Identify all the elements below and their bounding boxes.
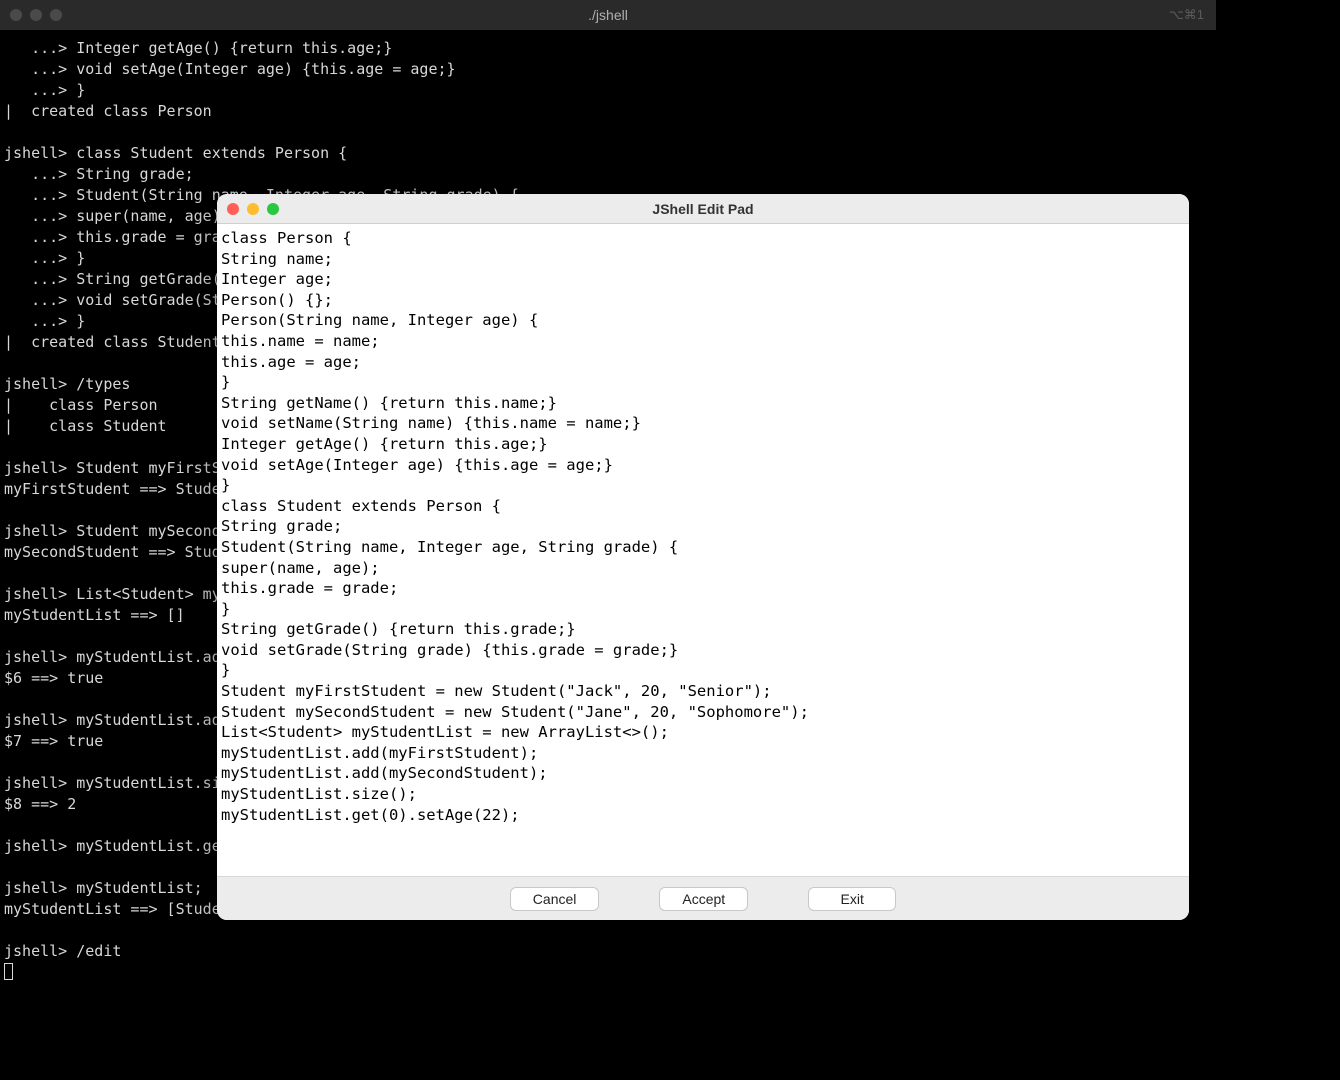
minimize-icon[interactable] (30, 9, 42, 21)
editpad-titlebar: JShell Edit Pad (217, 194, 1189, 224)
accept-button[interactable]: Accept (659, 887, 748, 911)
cursor-icon (4, 963, 13, 980)
editpad-window: JShell Edit Pad class Person { String na… (217, 194, 1189, 920)
maximize-icon[interactable] (50, 9, 62, 21)
editpad-buttonbar: Cancel Accept Exit (217, 876, 1189, 920)
editpad-title: JShell Edit Pad (652, 201, 753, 217)
terminal-shortcut: ⌥⌘1 (1169, 7, 1204, 23)
terminal-traffic-lights (10, 9, 62, 21)
close-icon[interactable] (227, 203, 239, 215)
terminal-title: ./jshell (588, 7, 628, 23)
cancel-button[interactable]: Cancel (510, 887, 600, 911)
editpad-traffic-lights (227, 203, 279, 215)
terminal-titlebar: ./jshell ⌥⌘1 (0, 0, 1216, 30)
close-icon[interactable] (10, 9, 22, 21)
minimize-icon[interactable] (247, 203, 259, 215)
editpad-textarea[interactable]: class Person { String name; Integer age;… (217, 224, 1189, 876)
maximize-icon[interactable] (267, 203, 279, 215)
editpad-text: class Person { String name; Integer age;… (221, 229, 809, 824)
exit-button[interactable]: Exit (808, 887, 896, 911)
